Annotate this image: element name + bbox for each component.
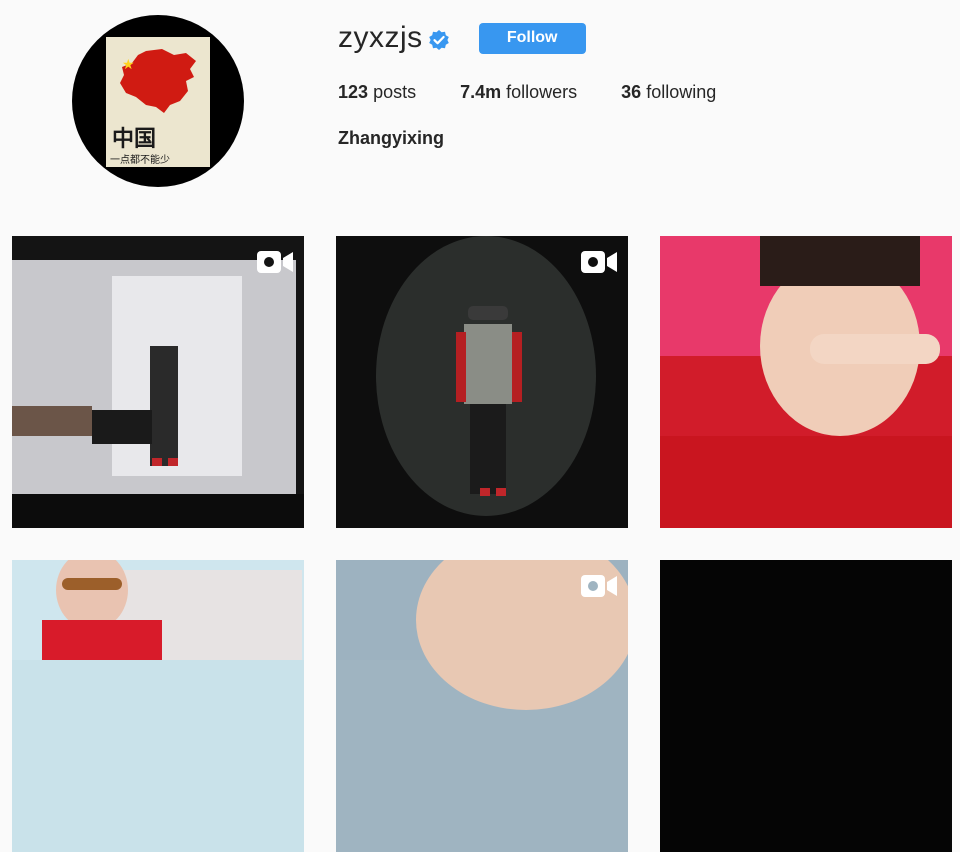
post-thumbnail[interactable] bbox=[12, 560, 304, 852]
video-camera-icon bbox=[257, 251, 293, 273]
posts-count: 123 bbox=[338, 82, 369, 102]
profile-full-name: Zhangyixing bbox=[338, 128, 445, 148]
followers-count: 7.4m bbox=[460, 82, 502, 102]
following-stat[interactable]: 36 following bbox=[621, 82, 716, 103]
posts-label: posts bbox=[373, 82, 417, 102]
post-thumbnail[interactable] bbox=[336, 560, 628, 852]
video-camera-icon bbox=[581, 251, 617, 273]
post-image bbox=[376, 236, 596, 516]
post-thumbnail[interactable] bbox=[660, 560, 952, 852]
followers-label: followers bbox=[506, 82, 578, 102]
post-image bbox=[12, 260, 304, 528]
posts-stat: 123 posts bbox=[338, 82, 416, 103]
username: zyxzjs bbox=[338, 21, 423, 54]
verified-badge-icon bbox=[428, 30, 449, 50]
followers-stat[interactable]: 7.4m followers bbox=[460, 82, 577, 103]
post-image bbox=[660, 236, 952, 528]
profile-header: zyxzjs Follow bbox=[338, 18, 586, 58]
avatar-caption-text: 一点都不能少 bbox=[110, 155, 170, 166]
video-camera-icon bbox=[581, 575, 617, 597]
post-image bbox=[12, 560, 304, 660]
star-icon: ★ bbox=[122, 56, 135, 72]
post-thumbnail[interactable] bbox=[336, 236, 628, 528]
profile-avatar[interactable]: ★ 中国 一点都不能少 bbox=[72, 15, 244, 187]
profile-stats: 123 posts 7.4m followers 36 following bbox=[338, 82, 760, 103]
following-count: 36 bbox=[621, 82, 642, 102]
post-thumbnail[interactable] bbox=[660, 236, 952, 528]
follow-button[interactable]: Follow bbox=[478, 22, 586, 54]
post-image bbox=[336, 560, 628, 710]
following-label: following bbox=[646, 82, 717, 102]
avatar-title-text: 中国 bbox=[112, 126, 157, 152]
avatar-image: ★ 中国 一点都不能少 bbox=[106, 37, 210, 167]
post-thumbnail[interactable] bbox=[12, 236, 304, 528]
